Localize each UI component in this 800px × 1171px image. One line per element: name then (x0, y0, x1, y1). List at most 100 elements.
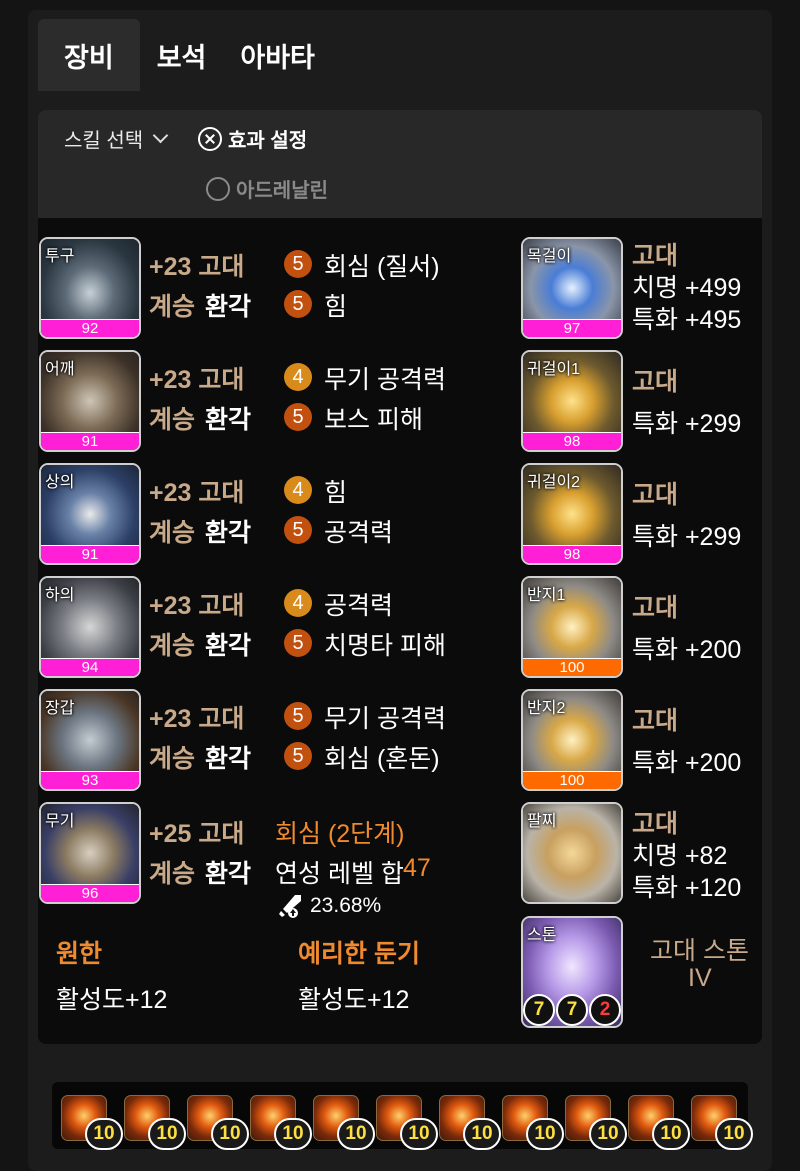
effect-level-badge: 5 (284, 290, 312, 318)
effect-level-badge: 5 (284, 629, 312, 657)
stone-tier: IV (688, 964, 712, 992)
quality-bar: 96 (41, 884, 139, 902)
effect-level-badge: 4 (284, 363, 312, 391)
gem-level: 10 (715, 1118, 753, 1150)
slot-label: 귀걸이1 (527, 361, 581, 378)
accessory-stat: 특화 +299 (632, 523, 742, 551)
effect-name: 회심 (질서) (324, 253, 440, 281)
slot-label: 반지1 (527, 587, 566, 604)
gloves-item-icon[interactable]: 장갑 93 (39, 689, 141, 791)
stone-level-negative: 2 (589, 994, 621, 1026)
adrenaline-radio[interactable]: 아드레날린 (206, 174, 328, 203)
gem-level: 10 (589, 1118, 627, 1150)
slot-label: 상의 (45, 474, 75, 491)
ring1-item-icon[interactable]: 반지1 100 (521, 576, 623, 678)
tier-label: 환각 (205, 632, 252, 660)
succession-label: 계승 (149, 293, 196, 321)
effect-level-badge: 5 (284, 516, 312, 544)
slot-label: 무기 (45, 813, 75, 830)
gem-level: 10 (652, 1118, 690, 1150)
effect-name: 힘 (324, 479, 348, 507)
bracelet-stat: 치명 +82 (632, 842, 728, 870)
shoulder-item-icon[interactable]: 어깨 91 (39, 350, 141, 452)
gem-level: 10 (211, 1118, 249, 1150)
effect-level-badge: 5 (284, 250, 312, 278)
quality-bar: 97 (523, 319, 621, 337)
effect-name: 공격력 (324, 592, 394, 620)
options-panel: 스킬 선택 효과 설정 아드레날린 (38, 110, 762, 218)
slot-label: 귀걸이2 (527, 474, 581, 491)
stone-level: 7 (523, 994, 555, 1026)
gem-level: 10 (337, 1118, 375, 1150)
engraving-value: 활성도+12 (56, 986, 168, 1014)
gem-level: 10 (400, 1118, 438, 1150)
slot-label: 목걸이 (527, 248, 572, 265)
tier-label: 환각 (205, 406, 252, 434)
helmet-item-icon[interactable]: 투구 92 (39, 237, 141, 339)
earring1-item-icon[interactable]: 귀걸이1 98 (521, 350, 623, 452)
engraving-value: 활성도+12 (298, 986, 410, 1014)
effect-name: 회심 (혼돈) (324, 745, 440, 773)
ring2-item-icon[interactable]: 반지2 100 (521, 689, 623, 791)
tier-label: 환각 (205, 860, 252, 888)
accessory-stat: 특화 +200 (632, 636, 742, 664)
sword-up-icon (279, 895, 301, 918)
upgrade-level: +23 고대 (149, 366, 245, 394)
upgrade-level: +23 고대 (149, 479, 245, 507)
upgrade-level: +23 고대 (149, 253, 245, 281)
quality-bar: 91 (41, 432, 139, 450)
tab-bar: 장비 보석 아바타 (38, 19, 332, 91)
stone-level: 7 (556, 994, 588, 1026)
close-circle-icon (198, 126, 222, 151)
effect-setting-toggle[interactable]: 효과 설정 (198, 124, 307, 153)
necklace-item-icon[interactable]: 목걸이 97 (521, 237, 623, 339)
quality-bar: 100 (523, 771, 621, 789)
tier-label: 환각 (205, 293, 252, 321)
slot-label: 투구 (45, 248, 75, 265)
skill-select-dropdown[interactable]: 스킬 선택 (64, 124, 169, 153)
weapon-item-icon[interactable]: 무기 96 (39, 802, 141, 904)
skill-select-label: 스킬 선택 (64, 130, 144, 152)
grade-label: 고대 (632, 594, 679, 622)
succession-label: 계승 (149, 632, 196, 660)
bracelet-item-icon[interactable]: 팔찌 (521, 802, 623, 904)
slot-label: 어깨 (45, 361, 75, 378)
accessory-stat: 특화 +299 (632, 410, 742, 438)
effect-level-badge: 4 (284, 589, 312, 617)
accessory-stat: 특화 +200 (632, 749, 742, 777)
quality-bar: 98 (523, 545, 621, 563)
tab-avatar[interactable]: 아바타 (223, 19, 332, 91)
slot-label: 장갑 (45, 700, 75, 717)
accessory-stat: 특화 +495 (632, 306, 742, 334)
tab-equipment[interactable]: 장비 (38, 19, 140, 91)
effect-name: 공격력 (324, 519, 394, 547)
tab-gems[interactable]: 보석 (140, 19, 224, 91)
gem-level: 10 (274, 1118, 312, 1150)
chest-item-icon[interactable]: 상의 91 (39, 463, 141, 565)
tier-label: 환각 (205, 519, 252, 547)
effect-name: 힘 (324, 293, 348, 321)
effect-setting-label: 효과 설정 (228, 130, 308, 152)
effect-level-badge: 4 (284, 476, 312, 504)
effect-name: 무기 공격력 (324, 366, 446, 394)
chevron-down-icon (152, 127, 169, 144)
grade-label: 고대 (632, 368, 679, 396)
succession-label: 계승 (149, 519, 196, 547)
effect-level-badge: 5 (284, 702, 312, 730)
quality-bar: 93 (41, 771, 139, 789)
grade-label: 고대 (632, 810, 679, 838)
upgrade-level: +23 고대 (149, 705, 245, 733)
earring2-item-icon[interactable]: 귀걸이2 98 (521, 463, 623, 565)
stone-name: 고대 스톤 (650, 937, 749, 965)
slot-label: 반지2 (527, 700, 566, 717)
succession-label: 계승 (149, 860, 196, 888)
slot-label: 하의 (45, 587, 75, 604)
quality-bar: 91 (41, 545, 139, 563)
upgrade-level: +23 고대 (149, 592, 245, 620)
weapon-bonus-percent: 23.68% (310, 894, 382, 917)
tier-label: 환각 (205, 745, 252, 773)
grade-label: 고대 (632, 707, 679, 735)
upgrade-level: +25 고대 (149, 820, 245, 848)
legs-item-icon[interactable]: 하의 94 (39, 576, 141, 678)
weapon-effect: 회심 (2단계) (275, 820, 405, 848)
